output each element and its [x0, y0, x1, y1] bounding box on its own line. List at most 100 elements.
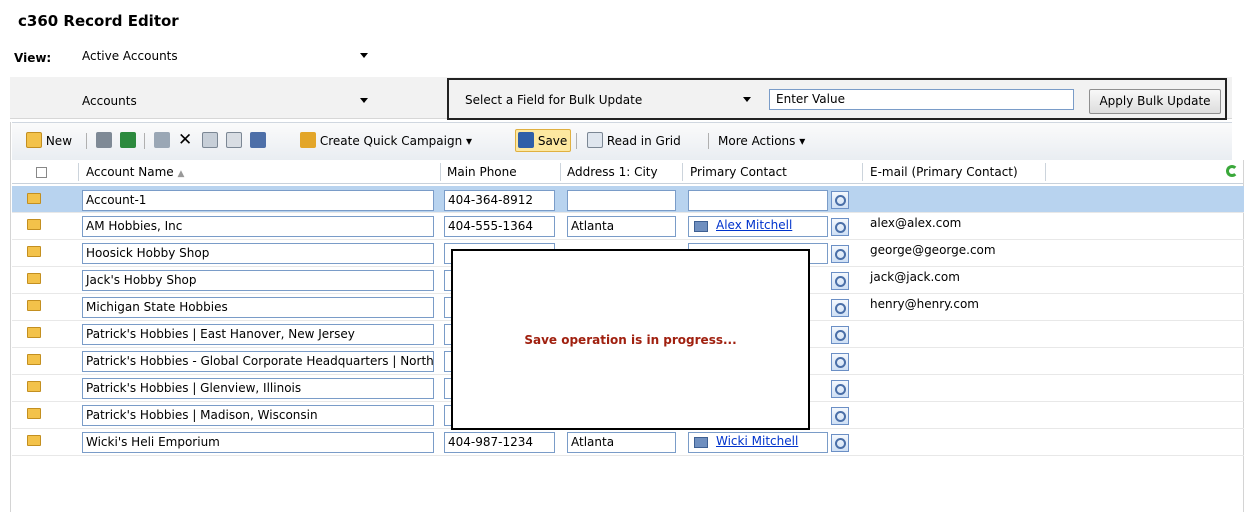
account-name-field[interactable]: Patrick's Hobbies | Glenview, Illinois: [82, 378, 434, 399]
column-header-city[interactable]: Address 1: City: [567, 165, 658, 179]
toolbar-divider: [86, 133, 87, 149]
apply-bulk-update-button[interactable]: Apply Bulk Update: [1089, 89, 1221, 114]
main-phone-field[interactable]: 404-364-8912: [444, 190, 555, 211]
view-select[interactable]: Active Accounts: [76, 45, 374, 67]
folder-icon[interactable]: [27, 408, 41, 419]
folder-icon[interactable]: [27, 273, 41, 284]
main-phone-field[interactable]: 404-987-1234: [444, 432, 555, 453]
new-button[interactable]: New: [26, 132, 72, 150]
folder-icon[interactable]: [27, 193, 41, 204]
main-phone-field[interactable]: 404-555-1364: [444, 216, 555, 237]
print-icon: [96, 132, 112, 148]
chevron-down-icon: [360, 53, 368, 58]
save-label: Save: [537, 134, 568, 148]
column-divider: [862, 163, 863, 181]
folder-icon[interactable]: [27, 381, 41, 392]
primary-contact-link[interactable]: Wicki Mitchell: [716, 434, 798, 448]
grid-icon: [587, 132, 603, 148]
column-divider: [440, 163, 441, 181]
lookup-icon[interactable]: [831, 272, 849, 290]
assign-button[interactable]: [154, 132, 170, 150]
excel-icon: [120, 132, 136, 148]
email-value: alex@alex.com: [870, 216, 962, 230]
lookup-icon[interactable]: [831, 434, 849, 452]
contact-card-icon: [694, 221, 708, 232]
bulk-field-select[interactable]: Select a Field for Bulk Update: [459, 89, 757, 111]
account-name-field[interactable]: Michigan State Hobbies: [82, 297, 434, 318]
account-name-field[interactable]: AM Hobbies, Inc: [82, 216, 434, 237]
sort-ascending-icon: ▲: [177, 169, 185, 179]
refresh-icon[interactable]: [1226, 165, 1238, 177]
folder-icon[interactable]: [27, 354, 41, 365]
city-field[interactable]: [567, 190, 676, 211]
read-in-grid-label: Read in Grid: [606, 134, 681, 148]
account-name-field[interactable]: Patrick's Hobbies - Global Corporate Hea…: [82, 351, 434, 372]
lookup-icon[interactable]: [831, 245, 849, 263]
account-name-field[interactable]: Patrick's Hobbies | Madison, Wisconsin: [82, 405, 434, 426]
select-all-checkbox[interactable]: [36, 167, 47, 178]
assign-icon: [154, 132, 170, 148]
lookup-icon[interactable]: [831, 353, 849, 371]
lookup-icon[interactable]: [831, 326, 849, 344]
email-value: george@george.com: [870, 243, 996, 257]
primary-contact-field[interactable]: [688, 190, 828, 211]
lookup-icon[interactable]: [831, 191, 849, 209]
lookup-icon[interactable]: [831, 407, 849, 425]
city-field[interactable]: Atlanta: [567, 216, 676, 237]
read-in-grid-button[interactable]: Read in Grid: [587, 132, 681, 150]
column-header-email[interactable]: E-mail (Primary Contact): [870, 165, 1018, 179]
column-header-main-phone[interactable]: Main Phone: [447, 165, 517, 179]
folder-icon[interactable]: [27, 246, 41, 257]
more-actions-button[interactable]: More Actions ▾: [718, 132, 805, 150]
account-name-field[interactable]: Account-1: [82, 190, 434, 211]
folder-icon[interactable]: [27, 435, 41, 446]
city-field[interactable]: Atlanta: [567, 432, 676, 453]
entity-select[interactable]: Accounts: [76, 90, 374, 112]
save-button[interactable]: Save: [518, 132, 567, 150]
account-name-field[interactable]: Wicki's Heli Emporium: [82, 432, 434, 453]
folder-icon[interactable]: [27, 219, 41, 230]
column-divider: [78, 163, 79, 181]
column-header-account-name[interactable]: Account Name ▲: [86, 165, 184, 179]
copy-button[interactable]: [226, 132, 242, 150]
bulk-value-input[interactable]: Enter Value: [769, 89, 1074, 110]
folder-icon[interactable]: [27, 300, 41, 311]
delete-icon: ✕: [178, 130, 193, 150]
lookup-icon[interactable]: [831, 380, 849, 398]
delete-button[interactable]: ✕: [178, 130, 193, 150]
account-name-field[interactable]: Patrick's Hobbies | East Hanover, New Je…: [82, 324, 434, 345]
view-select-value: Active Accounts: [82, 49, 178, 63]
excel-button[interactable]: [120, 132, 136, 150]
bulk-field-select-value: Select a Field for Bulk Update: [465, 93, 643, 107]
toolbar-divider: [576, 133, 577, 149]
account-name-field[interactable]: Jack's Hobby Shop: [82, 270, 434, 291]
account-name-field[interactable]: Hoosick Hobby Shop: [82, 243, 434, 264]
page-title: c360 Record Editor: [18, 12, 179, 30]
print-button[interactable]: [96, 132, 112, 150]
grid-left-border: [10, 122, 11, 512]
toolbar-divider: [708, 133, 709, 149]
save-progress-message: Save operation is in progress...: [524, 333, 737, 347]
column-header-primary-contact[interactable]: Primary Contact: [690, 165, 787, 179]
create-quick-campaign-label: Create Quick Campaign: [319, 134, 463, 148]
create-quick-campaign-button[interactable]: Create Quick Campaign ▾: [300, 132, 472, 150]
share-button[interactable]: [202, 132, 218, 150]
column-divider: [682, 163, 683, 181]
entity-select-value: Accounts: [82, 94, 137, 108]
email-value: henry@henry.com: [870, 297, 979, 311]
email-value: jack@jack.com: [870, 270, 960, 284]
report-button[interactable]: [250, 132, 266, 150]
lookup-icon[interactable]: [831, 218, 849, 236]
copy-icon: [226, 132, 242, 148]
column-divider: [1045, 163, 1046, 181]
view-label: View:: [14, 51, 52, 65]
folder-icon[interactable]: [27, 327, 41, 338]
primary-contact-link[interactable]: Alex Mitchell: [716, 218, 792, 232]
campaign-icon: [300, 132, 316, 148]
lookup-icon[interactable]: [831, 299, 849, 317]
column-header-label: Account Name: [86, 165, 174, 179]
chevron-down-icon: [360, 98, 368, 103]
report-icon: [250, 132, 266, 148]
save-disk-icon: [518, 132, 534, 148]
more-actions-label: More Actions: [718, 134, 796, 148]
